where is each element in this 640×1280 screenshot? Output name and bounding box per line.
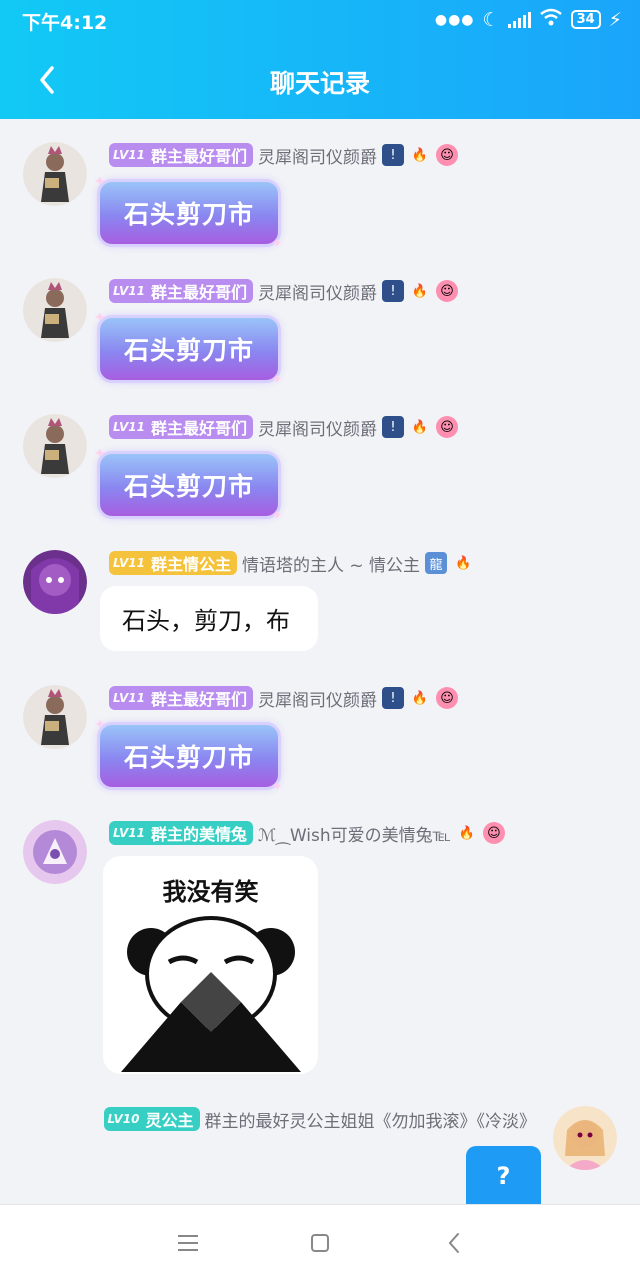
avatar[interactable] [23, 550, 87, 614]
avatar[interactable] [23, 142, 87, 206]
menu-button[interactable] [172, 1227, 204, 1259]
sparkle-icon: ✦ [94, 310, 107, 326]
sender-name: ℳ⁔Wish可爱の美情兔℡ [258, 825, 451, 846]
message-bubble[interactable]: ✦ ✦ 石头剪刀市 [94, 446, 283, 524]
signal-icon [507, 11, 531, 28]
panda-face-icon [121, 916, 301, 1072]
header-bar: 下午4:12 ●●● ☾ 34 ⚡ 聊天记录 [0, 0, 640, 119]
avatar[interactable] [553, 1106, 617, 1170]
avatar[interactable] [23, 820, 87, 884]
sparkle-icon: ✦ [94, 174, 107, 190]
smile-flower-icon: ☺ [436, 144, 458, 166]
shield-icon: ! [382, 280, 404, 302]
shield-icon: ! [382, 144, 404, 166]
fire-icon: 🔥 [411, 419, 429, 435]
level-badge: LV11 群主最好哥们 [109, 143, 253, 167]
battery-icon: 34 [570, 10, 601, 29]
message-bubble[interactable]: ✦ ✦ 石头剪刀市 [94, 717, 283, 795]
message-bubble[interactable]: ✦ ✦ 石头剪刀市 [94, 310, 283, 388]
sender-name: 灵犀阁司仪颜爵 [258, 283, 377, 304]
charging-icon: ⚡ [608, 8, 622, 31]
smile-flower-icon: ☺ [482, 822, 505, 844]
sender-name: 灵犀阁司仪颜爵 [258, 690, 377, 711]
home-button[interactable] [304, 1227, 336, 1259]
square-home-icon [311, 1234, 329, 1252]
sparkle-icon: ✦ [271, 508, 284, 524]
status-bar: 下午4:12 ●●● ☾ 34 ⚡ [22, 8, 622, 35]
shield-icon: ! [382, 416, 404, 438]
fire-icon: 🔥 [411, 690, 429, 706]
status-time: 下午4:12 [22, 12, 108, 34]
shield-icon: ! [382, 687, 404, 709]
sender-name: 灵犀阁司仪颜爵 [258, 419, 377, 440]
sparkle-icon: ✦ [94, 717, 107, 733]
avatar[interactable] [23, 685, 87, 749]
help-button[interactable]: ? [466, 1146, 541, 1206]
message-bubble[interactable]: ✦ ✦ 石头剪刀市 [94, 174, 283, 252]
sticker-caption: 我没有笑 [162, 878, 259, 906]
wifi-icon [539, 8, 563, 31]
sparkle-icon: ✦ [94, 446, 107, 462]
page-title: 聊天记录 [269, 69, 370, 98]
avatar[interactable] [23, 414, 87, 478]
level-badge: LV11 群主最好哥们 [109, 279, 253, 303]
system-nav-bar [0, 1204, 640, 1280]
sparkle-icon: ✦ [271, 236, 284, 252]
sparkle-icon: ✦ [271, 372, 284, 388]
avatar[interactable] [23, 278, 87, 342]
level-badge: LV10 灵公主 [103, 1107, 200, 1131]
sender-name: 情语塔的主人 ~ 情公主 [242, 555, 421, 576]
sticker-image[interactable]: 我没有笑 [103, 856, 318, 1074]
fire-icon: 🔥 [411, 147, 429, 163]
smile-flower-icon: ☺ [436, 416, 458, 438]
sparkle-icon: ✦ [271, 779, 284, 795]
level-badge: LV11 群主情公主 [109, 551, 237, 575]
dragon-icon: 龍 [425, 552, 448, 574]
level-badge: LV11 群主最好哥们 [109, 415, 253, 439]
hamburger-menu-icon [178, 1235, 198, 1251]
nav-back-button[interactable] [438, 1227, 470, 1259]
level-badge: LV11 群主最好哥们 [109, 686, 253, 710]
sender-name: 灵犀阁司仪颜爵 [258, 147, 377, 168]
moon-icon: ☾ [482, 8, 500, 31]
smile-flower-icon: ☺ [436, 687, 458, 709]
fire-icon: 🔥 [454, 555, 472, 571]
message-bubble[interactable]: 石头，剪刀，布 [100, 586, 318, 651]
smile-flower-icon: ☺ [436, 280, 458, 302]
more-dots-icon: ●●● [434, 11, 475, 28]
level-badge: LV11 群主的美情兔 [109, 821, 253, 845]
chevron-left-icon [448, 1233, 459, 1253]
fire-icon: 🔥 [411, 283, 429, 299]
sender-name: 群主的最好灵公主姐姐《勿加我滚》《冷淡》 [204, 1111, 537, 1132]
fire-icon: 🔥 [458, 825, 475, 841]
